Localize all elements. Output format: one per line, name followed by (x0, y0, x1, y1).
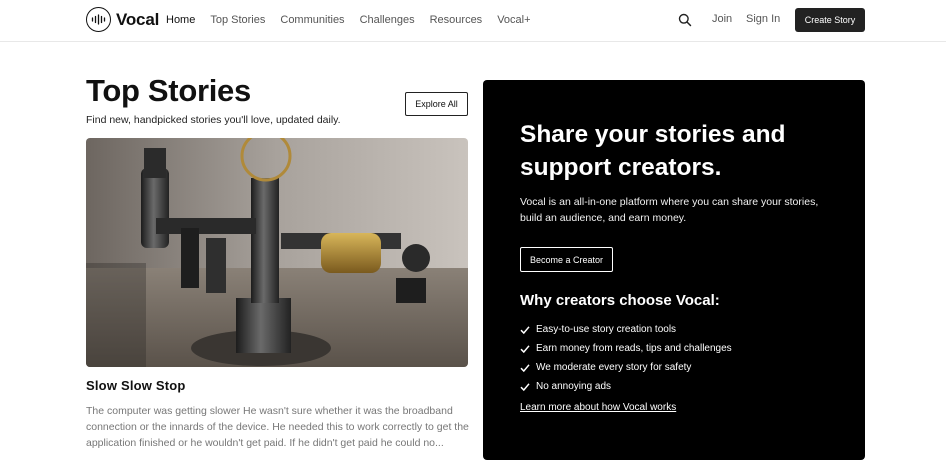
benefit-label: No annoying ads (536, 381, 612, 392)
benefit-item: Easy-to-use story creation tools (520, 320, 732, 339)
story-excerpt: The computer was getting slower He wasn'… (86, 405, 469, 449)
nav-home[interactable]: Home (166, 13, 195, 27)
promo-body: Vocal is an all-in-one platform where yo… (520, 196, 819, 224)
join-link[interactable]: Join (712, 13, 732, 25)
vocal-logo[interactable]: Vocal (86, 7, 159, 32)
story-title[interactable]: Slow Slow Stop (86, 378, 186, 393)
nav-communities[interactable]: Communities (280, 13, 344, 27)
page-title: Top Stories (86, 73, 251, 108)
search-icon[interactable] (678, 13, 692, 27)
check-icon (520, 382, 530, 391)
nav-resources[interactable]: Resources (430, 13, 483, 27)
check-icon (520, 325, 530, 334)
sign-in-link[interactable]: Sign In (746, 13, 780, 25)
benefit-item: We moderate every story for safety (520, 358, 732, 377)
benefit-item: No annoying ads (520, 377, 732, 396)
check-icon (520, 363, 530, 372)
benefit-item: Earn money from reads, tips and challeng… (520, 339, 732, 358)
nav-top-stories[interactable]: Top Stories (210, 13, 265, 27)
nav-challenges[interactable]: Challenges (360, 13, 415, 27)
creator-promo-card: Share your stories and support creators.… (483, 80, 865, 460)
featured-story-image[interactable] (86, 138, 468, 367)
create-story-button[interactable]: Create Story (795, 8, 865, 32)
benefit-label: Easy-to-use story creation tools (536, 324, 677, 335)
page-subtitle: Find new, handpicked stories you'll love… (86, 114, 341, 126)
why-heading: Why creators choose Vocal: (520, 292, 720, 309)
benefit-label: We moderate every story for safety (536, 362, 692, 373)
learn-more-link[interactable]: Learn more about how Vocal works (520, 402, 676, 413)
benefits-list: Easy-to-use story creation tools Earn mo… (520, 320, 732, 396)
vocal-logo-text: Vocal (116, 9, 160, 29)
top-header: Vocal Home Top Stories Communities Chall… (0, 0, 946, 42)
check-icon (520, 344, 530, 353)
explore-all-button[interactable]: Explore All (405, 92, 468, 116)
vocal-logo-icon (86, 7, 111, 32)
main-nav: Home Top Stories Communities Challenges … (166, 13, 546, 27)
become-creator-button[interactable]: Become a Creator (520, 247, 613, 272)
promo-heading: Share your stories and support creators. (520, 121, 786, 181)
nav-vocal-plus[interactable]: Vocal+ (497, 13, 530, 27)
benefit-label: Earn money from reads, tips and challeng… (536, 343, 732, 354)
